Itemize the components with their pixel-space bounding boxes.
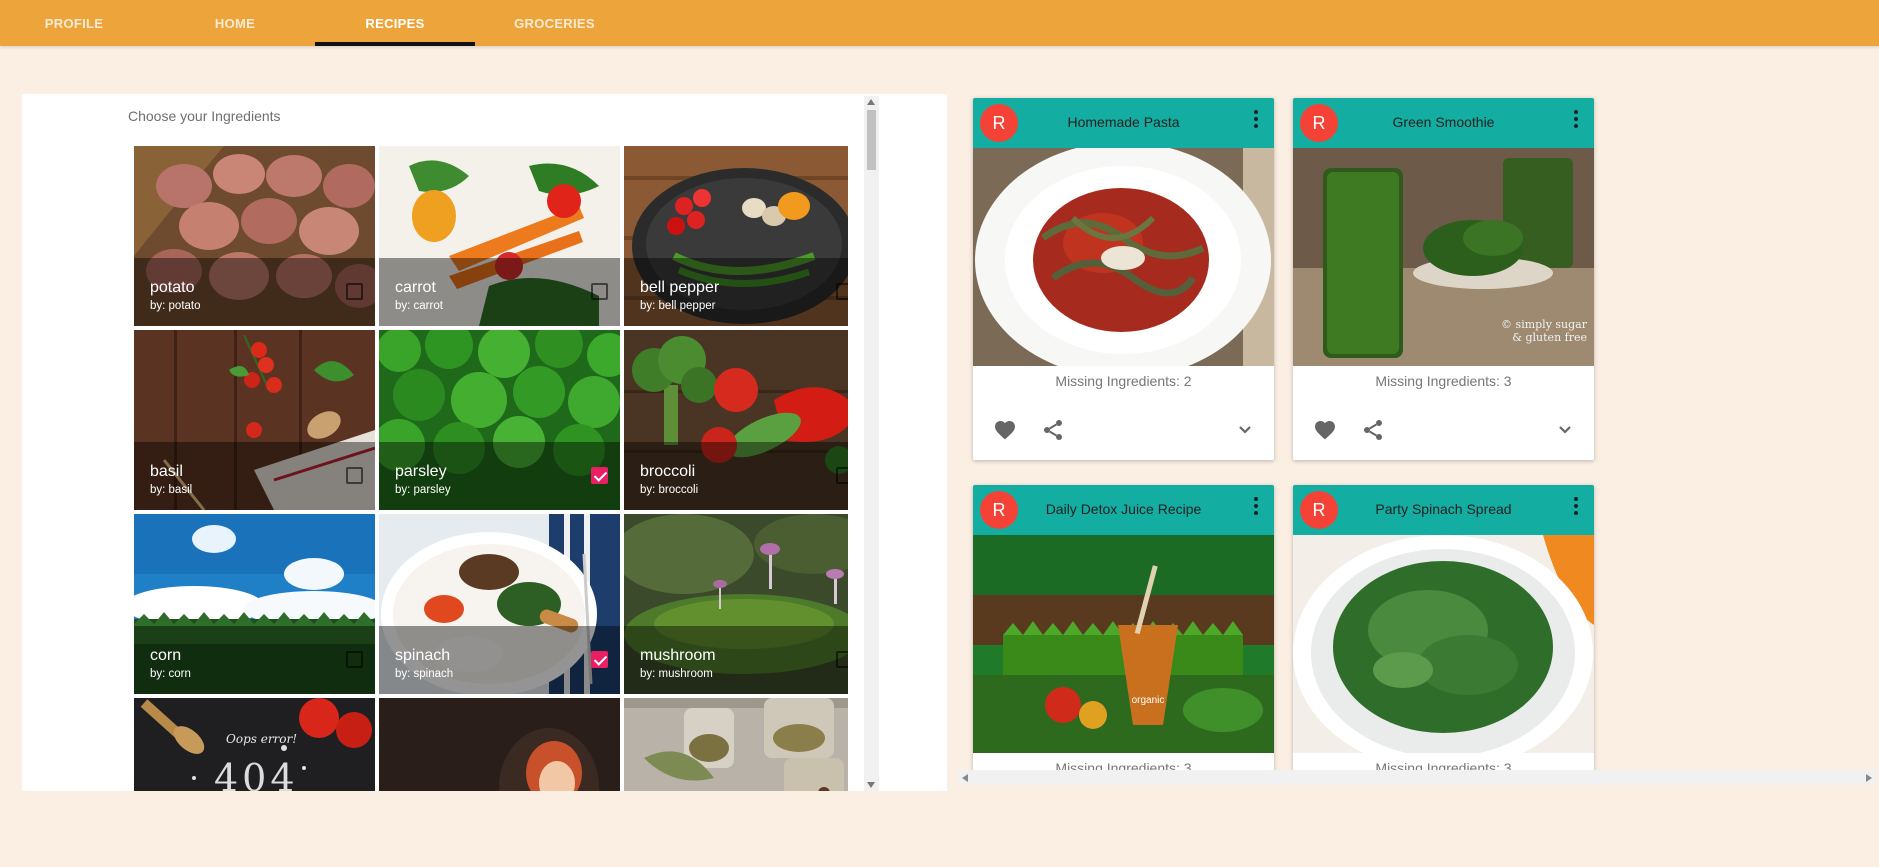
ingredient-tile-portrait[interactable]: [379, 698, 620, 791]
scroll-down-icon[interactable]: [867, 782, 875, 788]
avatar: R: [980, 491, 1018, 529]
ingredient-checkbox[interactable]: [346, 283, 363, 300]
ingredient-checkbox[interactable]: [836, 651, 848, 668]
avatar: R: [1300, 491, 1338, 529]
favorite-icon[interactable]: [1313, 418, 1337, 442]
recipe-cards-scrollbar[interactable]: [958, 770, 1876, 785]
ingredient-subtitle: by: broccoli: [640, 484, 699, 496]
card-header: R Homemade Pasta: [973, 98, 1274, 148]
tab-recipes[interactable]: RECIPES: [315, 0, 475, 46]
ingredient-checkbox[interactable]: [346, 467, 363, 484]
scrollbar-thumb[interactable]: [867, 110, 876, 170]
ingredient-name: mushroom: [640, 647, 716, 664]
recipe-card-green-smoothie[interactable]: R Green Smoothie © simply sugar & gluten…: [1293, 98, 1594, 460]
card-header: R Green Smoothie: [1293, 98, 1594, 148]
expand-more-icon[interactable]: [1233, 418, 1257, 442]
ingredient-tile-spinach[interactable]: spinach by: spinach: [379, 514, 620, 694]
ingredient-checkbox[interactable]: [836, 467, 848, 484]
ingredient-tile-bell-pepper[interactable]: bell pepper by: bell pepper: [624, 146, 848, 326]
cup-label: organic: [1131, 695, 1165, 706]
card-header: R Party Spinach Spread: [1293, 485, 1594, 535]
ingredient-tile-mushroom[interactable]: mushroom by: mushroom: [624, 514, 848, 694]
ingredient-checkbox[interactable]: [591, 283, 608, 300]
photo-watermark: © simply sugar & gluten free: [1501, 318, 1587, 344]
error-tile-text: Oops error!: [226, 732, 298, 746]
ingredient-name: potato: [150, 279, 195, 296]
recipe-card-party-spinach-spread[interactable]: R Party Spinach Spread Missing Ingredien…: [1293, 485, 1594, 777]
tab-profile[interactable]: PROFILE: [0, 0, 148, 46]
error-tile-code: 404: [214, 756, 299, 791]
ingredient-tile-potato[interactable]: potato by: potato: [134, 146, 375, 326]
ingredient-subtitle: by: basil: [150, 484, 193, 496]
ingredient-tile-broccoli[interactable]: broccoli by: broccoli: [624, 330, 848, 510]
ingredient-name: spinach: [395, 647, 451, 664]
ingredient-subtitle: by: corn: [150, 668, 191, 680]
avatar: R: [980, 104, 1018, 142]
ingredient-checkbox[interactable]: [591, 467, 608, 484]
ingredient-grid-scrollbar[interactable]: [864, 96, 879, 791]
ingredient-checkbox[interactable]: [346, 651, 363, 668]
ingredient-name: basil: [150, 463, 183, 480]
ingredient-checkbox[interactable]: [591, 651, 608, 668]
scroll-up-icon[interactable]: [867, 99, 875, 105]
recipe-card-homemade-pasta[interactable]: R Homemade Pasta Missing Ingredients: 2: [973, 98, 1274, 460]
ingredient-name: corn: [150, 647, 182, 664]
card-actions: [973, 408, 1274, 448]
share-icon[interactable]: [1041, 418, 1065, 442]
ingredient-name: bell pepper: [640, 279, 720, 296]
panel-title: Choose your Ingredients: [128, 108, 281, 124]
card-actions: [1293, 408, 1594, 448]
card-title: Daily Detox Juice Recipe: [1045, 501, 1202, 517]
ingredient-panel: Choose your Ingredients potato by: potat…: [22, 94, 947, 791]
ingredient-name: carrot: [395, 279, 436, 296]
expand-more-icon[interactable]: [1553, 418, 1577, 442]
ingredient-tile-corn[interactable]: corn by: corn: [134, 514, 375, 694]
favorite-icon[interactable]: [993, 418, 1017, 442]
homemade-pasta-photo: [973, 148, 1274, 366]
avatar: R: [1300, 104, 1338, 142]
card-title: Homemade Pasta: [1067, 114, 1180, 130]
card-header: R Daily Detox Juice Recipe: [973, 485, 1274, 535]
more-vert-icon[interactable]: [1254, 497, 1258, 515]
ingredient-subtitle: by: mushroom: [640, 668, 713, 680]
ingredient-checkbox[interactable]: [836, 283, 848, 300]
tab-recipes-label: RECIPES: [365, 15, 425, 31]
more-vert-icon[interactable]: [1574, 110, 1578, 128]
ingredient-tile-error[interactable]: Oops error! 404: [134, 698, 375, 791]
ingredient-subtitle: by: parsley: [395, 484, 451, 496]
top-nav-bar: PROFILE HOME RECIPES GROCERIES: [0, 0, 1879, 46]
ingredient-subtitle: by: potato: [150, 300, 201, 312]
more-vert-icon[interactable]: [1574, 497, 1578, 515]
ingredient-name: parsley: [395, 463, 447, 480]
recipe-cards-area: R Homemade Pasta Missing Ingredients: 2 …: [965, 94, 1879, 777]
ingredient-tile-parsley[interactable]: parsley by: parsley: [379, 330, 620, 510]
spinach-spread-photo: [1293, 535, 1594, 753]
ingredient-subtitle: by: carrot: [395, 300, 443, 312]
spices-photo: [624, 698, 848, 791]
scroll-right-icon[interactable]: [1866, 774, 1872, 782]
tab-groceries[interactable]: GROCERIES: [476, 0, 633, 46]
ingredient-tile-spices[interactable]: [624, 698, 848, 791]
ingredient-subtitle: by: bell pepper: [640, 300, 716, 312]
missing-ingredients-label: Missing Ingredients: 3: [1375, 373, 1512, 389]
more-vert-icon[interactable]: [1254, 110, 1258, 128]
tab-home[interactable]: HOME: [156, 0, 314, 46]
missing-ingredients-label: Missing Ingredients: 2: [1055, 373, 1192, 389]
ingredient-tile-carrot[interactable]: carrot by: carrot: [379, 146, 620, 326]
card-title: Green Smoothie: [1392, 114, 1495, 130]
ingredient-subtitle: by: spinach: [395, 668, 454, 680]
active-tab-indicator: [315, 42, 475, 46]
card-title: Party Spinach Spread: [1375, 501, 1512, 517]
detox-juice-photo: [973, 535, 1274, 753]
ingredient-grid[interactable]: potato by: potato carrot by: carrot bell…: [112, 146, 848, 791]
share-icon[interactable]: [1361, 418, 1385, 442]
recipe-card-daily-detox-juice[interactable]: R Daily Detox Juice Recipe organic Missi…: [973, 485, 1274, 777]
scroll-left-icon[interactable]: [962, 774, 968, 782]
ingredient-name: broccoli: [640, 463, 696, 480]
ingredient-tile-basil[interactable]: basil by: basil: [134, 330, 375, 510]
portrait-photo: [379, 698, 620, 791]
